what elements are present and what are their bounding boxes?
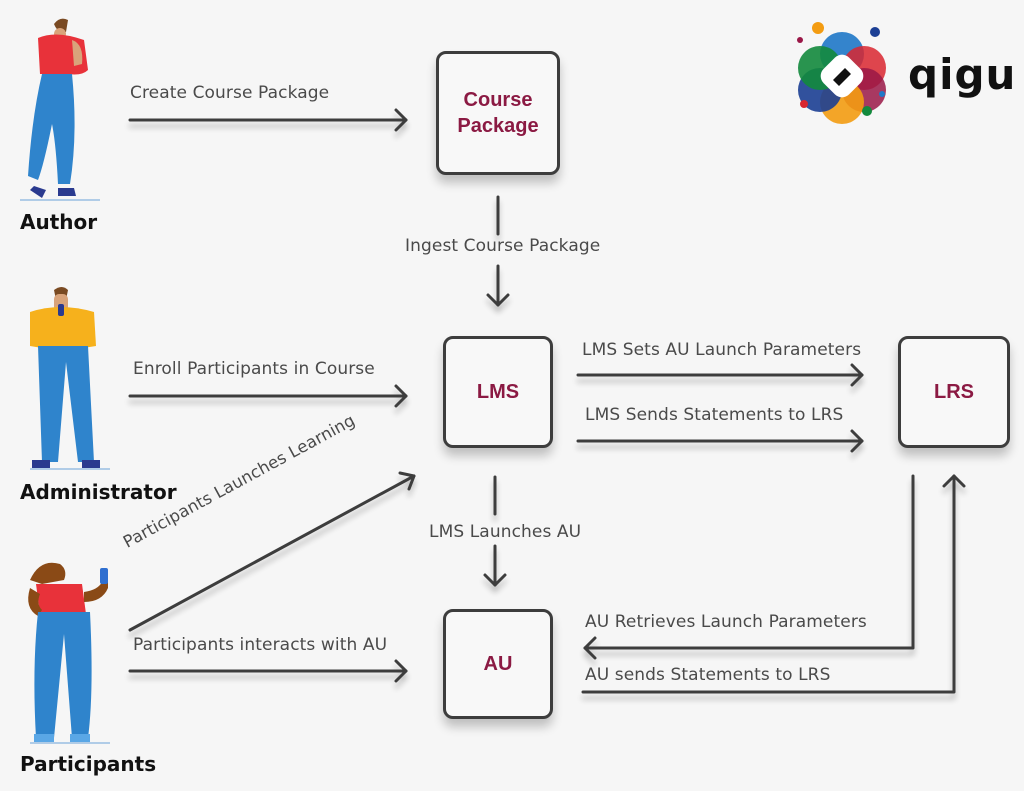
arrow-lms-sends-statements — [576, 429, 864, 453]
node-lrs-label: LRS — [934, 381, 974, 403]
edge-label-ingest-course-package: Ingest Course Package — [405, 236, 601, 256]
node-course-package[interactable]: Course Package — [436, 51, 560, 175]
edge-label-au-retrieves-params: AU Retrieves Launch Parameters — [585, 612, 867, 632]
edge-label-lms-sends-statements: LMS Sends Statements to LRS — [585, 405, 844, 425]
edge-label-lms-sets-au-params: LMS Sets AU Launch Parameters — [582, 340, 862, 360]
arrow-create-course-package — [128, 108, 408, 132]
brand-name: qigu — [908, 50, 1017, 99]
administrator-figure-icon — [30, 287, 110, 470]
edge-label-create-course-package: Create Course Package — [130, 83, 330, 103]
node-au-label: AU — [483, 653, 513, 675]
edge-label-lms-launches-au: LMS Launches AU — [429, 522, 582, 542]
arrow-lms-sets-au-params — [576, 363, 864, 387]
arrow-enroll-participants — [128, 384, 408, 408]
node-lms[interactable]: LMS — [443, 336, 553, 448]
edge-label-enroll-participants: Enroll Participants in Course — [133, 359, 375, 379]
arrow-au-sends-statements — [581, 474, 966, 694]
node-course-package-label: Course Package — [457, 87, 538, 139]
qigu-logo-icon — [797, 22, 886, 124]
participants-figure-icon — [28, 562, 110, 744]
diagram-canvas: qigu Author Administrator Participants C… — [0, 0, 1024, 791]
actor-author-label: Author — [20, 210, 98, 234]
author-figure-icon — [20, 18, 100, 201]
node-label-line1: Course — [463, 89, 533, 111]
node-lrs[interactable]: LRS — [898, 336, 1010, 448]
edge-label-au-sends-statements: AU sends Statements to LRS — [585, 665, 831, 685]
arrow-participants-interact-au — [128, 659, 408, 683]
node-label-line2: Package — [457, 115, 539, 137]
edge-label-participants-interact-au: Participants interacts with AU — [133, 635, 388, 655]
node-au[interactable]: AU — [443, 609, 553, 719]
actor-administrator-label: Administrator — [20, 480, 177, 504]
node-lms-label: LMS — [476, 381, 520, 403]
actor-participants-label: Participants — [20, 752, 157, 776]
